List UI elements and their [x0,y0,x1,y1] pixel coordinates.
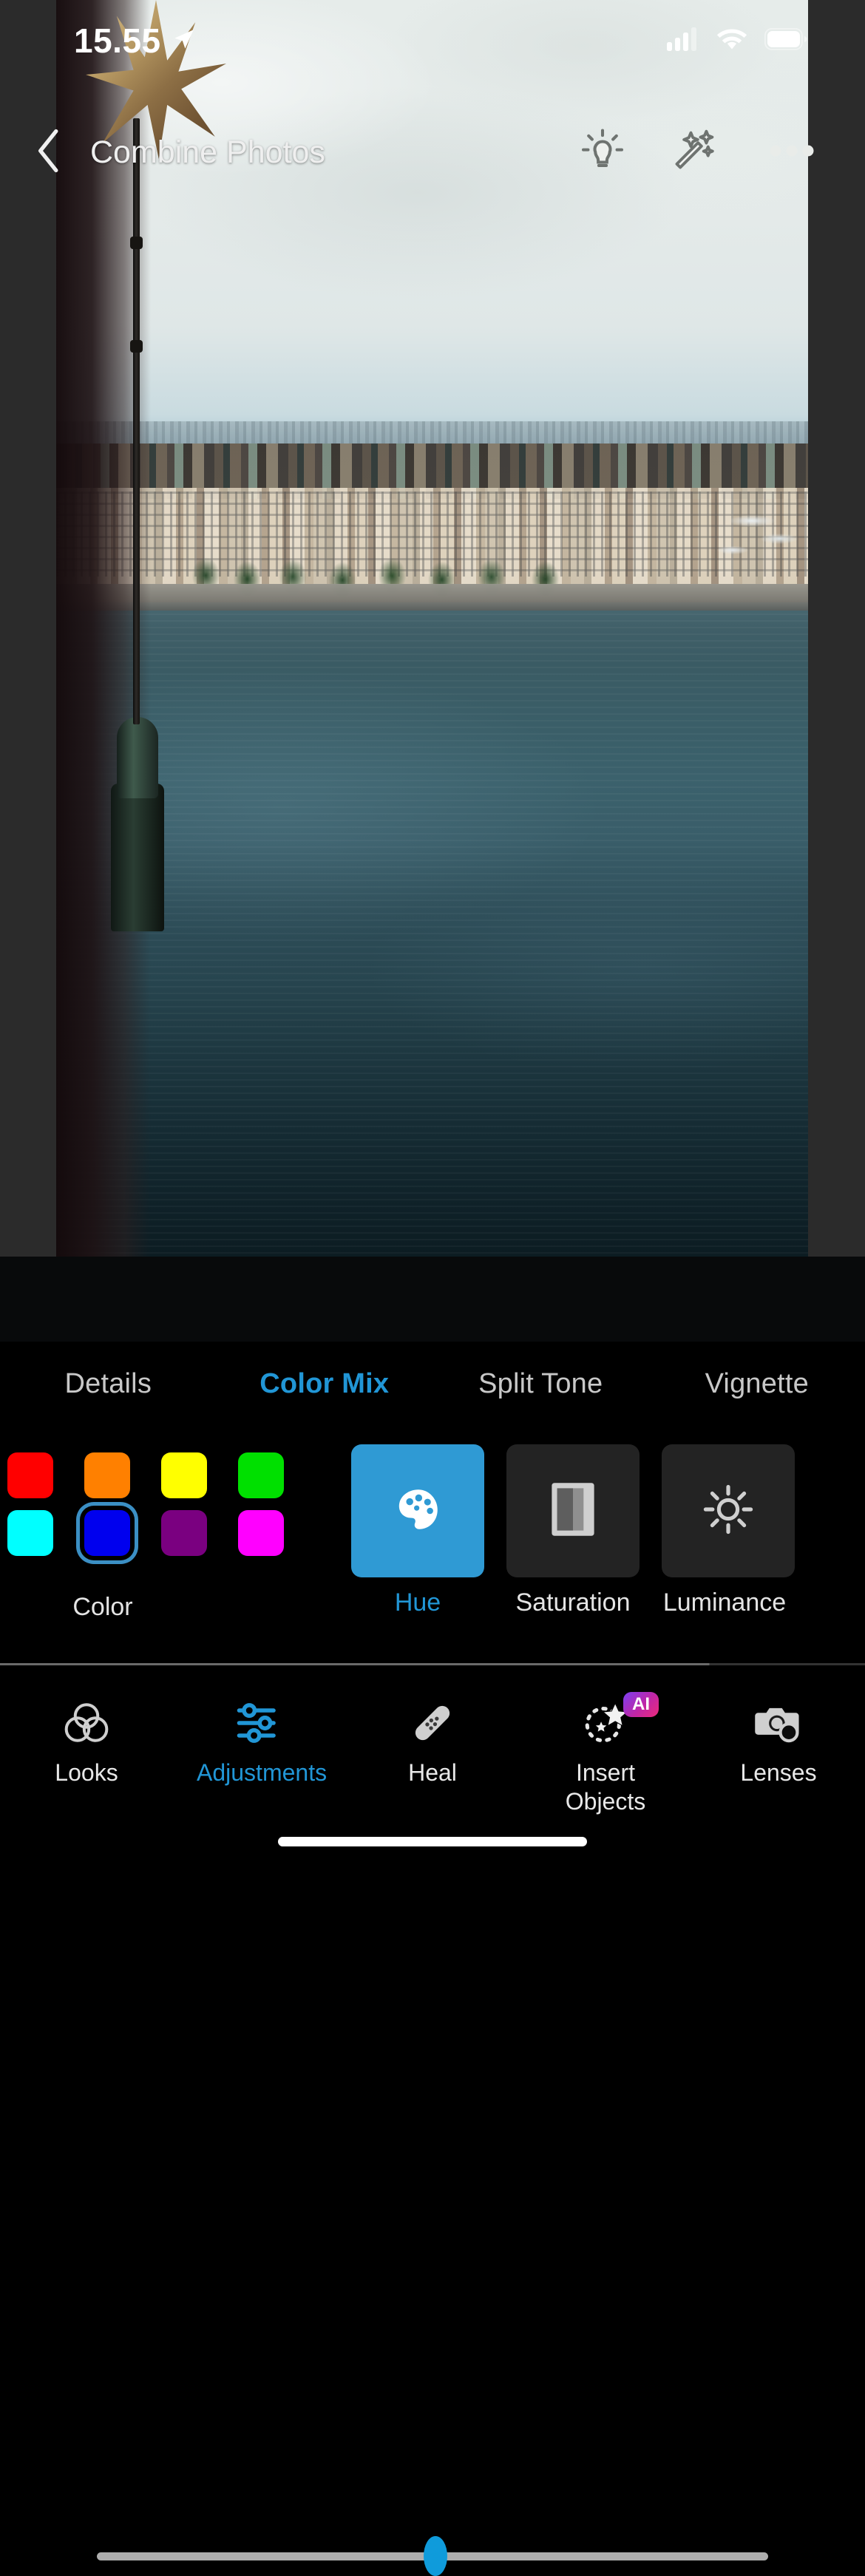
nav-label-looks: Looks [55,1758,118,1787]
nav-label-lenses: Lenses [740,1758,816,1787]
nav-label-heal: Heal [408,1758,457,1787]
tab-details[interactable]: Details [0,1368,217,1400]
nav-label-adjustments: Adjustments [197,1758,322,1787]
chevron-left-icon [33,129,66,177]
status-bar-left: 15.55 [74,21,197,61]
nav-item-lenses[interactable]: Lenses [692,1696,865,1787]
bottom-navigation: Looks Adjustments [0,1665,865,1835]
magic-wand-icon [674,128,720,177]
tab-split-tone[interactable]: Split Tone [432,1368,649,1400]
more-options-button[interactable] [764,125,819,180]
slider-strip [0,1257,865,1342]
editor-header: Combine Photos [0,112,865,192]
location-arrow-icon [172,27,197,55]
nav-item-looks[interactable]: Looks [0,1696,173,1787]
ai-badge: AI [623,1692,659,1717]
swatch-purple[interactable] [161,1510,207,1556]
photo-boats [670,492,807,573]
status-bar-right [667,27,807,55]
mode-button-hue[interactable]: Hue [351,1444,484,1617]
header-actions [575,125,819,180]
luminance-tile [662,1444,795,1577]
swatch-yellow[interactable] [161,1452,207,1498]
mode-button-luminance[interactable]: Luminance [662,1444,795,1617]
photo-pole-band-upper [130,237,143,249]
bandage-icon [406,1696,459,1750]
status-clock: 15.55 [74,21,161,61]
hue-tile [351,1444,484,1577]
color-mix-controls: Color Hue [0,1427,865,1663]
swatch-green[interactable] [238,1452,284,1498]
adjustments-panel: Details Color Mix Split Tone Vignette Co… [0,1342,865,1872]
mode-button-saturation[interactable]: Saturation [506,1444,640,1617]
photo-quay [56,584,808,611]
magic-wand-button[interactable] [670,125,725,180]
nav-item-insert-objects[interactable]: AI InsertObjects [519,1696,692,1816]
swatch-red[interactable] [7,1452,53,1498]
lightbulb-button[interactable] [575,125,630,180]
mode-label-hue: Hue [351,1588,484,1617]
photo-water [56,614,808,1257]
brightness-icon [702,1483,755,1540]
battery-full-icon [764,28,807,54]
tab-color-mix[interactable]: Color Mix [217,1368,433,1400]
hue-slider-thumb[interactable] [424,2536,447,2576]
photo-spire-base [117,717,158,798]
saturation-tile [506,1444,640,1577]
tab-vignette[interactable]: Vignette [649,1368,865,1400]
nav-item-heal[interactable]: Heal [346,1696,519,1787]
status-bar: 15.55 [0,0,865,81]
wifi-icon [716,27,748,55]
color-swatch-grid [7,1452,333,1556]
mode-label-saturation: Saturation [506,1588,640,1617]
nav-label-insert-objects: InsertObjects [566,1758,645,1816]
venn-circles-icon [60,1696,113,1750]
sliders-icon [233,1696,286,1750]
more-options-icon [769,143,815,163]
photo-spire-dome [111,784,164,931]
camera-lens-icon [752,1696,805,1750]
swatch-blue[interactable] [84,1510,130,1556]
color-group-label: Color [7,1593,198,1622]
cellular-signal-icon [667,27,699,55]
back-button[interactable] [22,125,77,180]
saturation-icon [550,1481,596,1542]
page-title: Combine Photos [90,135,325,171]
palette-icon [391,1483,444,1540]
swatch-cyan[interactable] [7,1510,53,1556]
home-indicator[interactable] [278,1837,587,1846]
swatch-magenta[interactable] [238,1510,284,1556]
nav-item-adjustments[interactable]: Adjustments [173,1696,346,1787]
swatch-orange[interactable] [84,1452,130,1498]
photo-pole-band-lower [130,340,143,353]
color-swatch-group: Color [7,1452,333,1556]
adjustment-tabs: Details Color Mix Split Tone Vignette [0,1342,865,1427]
mode-label-luminance: Luminance [654,1588,795,1617]
lightbulb-icon [580,128,625,177]
photo-spire-pole [133,118,140,724]
